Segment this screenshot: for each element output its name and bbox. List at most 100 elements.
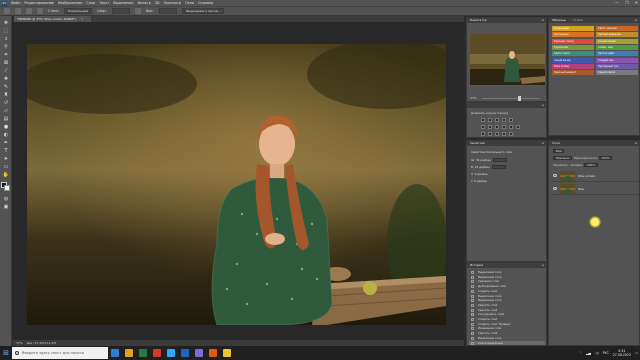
panel-menu-icon[interactable]: ≡ [634, 18, 637, 23]
posterize-icon[interactable] [488, 132, 492, 136]
swatch[interactable]: Красная глина [552, 38, 594, 44]
layer-name[interactable]: Фон копия [578, 174, 595, 178]
color-lookup-icon[interactable] [516, 125, 520, 129]
swatch[interactable]: Старый лак [596, 57, 638, 63]
curves-icon[interactable] [495, 118, 499, 122]
taskbar-app-icon[interactable] [178, 346, 192, 360]
channel-mixer-icon[interactable] [509, 125, 513, 129]
swatch[interactable]: Сладк. мед [596, 44, 638, 50]
panel-menu-icon[interactable]: ≡ [634, 141, 637, 146]
brush-tool-icon[interactable]: ✎ [3, 84, 9, 90]
gradient-map-icon[interactable] [502, 132, 506, 136]
status-zoom[interactable]: 37% [16, 341, 23, 345]
swatch[interactable]: Светл. мята [552, 51, 594, 57]
invert-icon[interactable] [481, 132, 485, 136]
document-photo[interactable] [27, 44, 446, 325]
history-title[interactable]: История [470, 263, 483, 267]
close-tab-icon[interactable]: × [81, 17, 84, 21]
properties-title[interactable]: Свойства [470, 141, 485, 145]
marquee-tool-preset-icon[interactable] [15, 8, 21, 14]
language-indicator[interactable]: РУС [603, 351, 609, 355]
menu-filter[interactable]: Фильтр [137, 1, 150, 5]
clone-stamp-tool-icon[interactable]: ♜ [3, 92, 9, 98]
color-balance-icon[interactable] [488, 125, 492, 129]
menu-window[interactable]: Окно [185, 1, 194, 5]
visibility-eye-icon[interactable] [553, 174, 557, 177]
properties-x[interactable]: X: 0 дюймы [471, 172, 488, 176]
menu-edit[interactable]: Редактирование [24, 1, 54, 5]
tab-swatches[interactable]: Образцы [552, 18, 566, 23]
marquee-tool-icon[interactable]: ⬚ [3, 28, 9, 34]
start-button[interactable]: ⊞ [0, 346, 12, 360]
clock[interactable]: 0:41 27.08.2023 [613, 349, 631, 357]
style-select[interactable]: Нормальный [64, 8, 93, 14]
height-field[interactable] [159, 8, 178, 14]
opacity-field[interactable]: 100% [598, 156, 613, 160]
width-field[interactable] [111, 8, 130, 14]
blur-tool-icon[interactable]: ● [3, 124, 9, 130]
panel-menu-icon[interactable]: ≡ [541, 263, 544, 268]
swatch[interactable]: Синий вечер [552, 57, 594, 63]
width-value-field[interactable] [492, 158, 507, 162]
background-color-swatch[interactable] [4, 185, 10, 191]
swatch[interactable]: Серый пепел [596, 70, 638, 76]
threshold-icon[interactable] [495, 132, 499, 136]
move-tool-icon[interactable]: ✥ [3, 20, 9, 26]
menu-image[interactable]: Изображение [58, 1, 82, 5]
menu-file[interactable]: Файл [11, 1, 20, 5]
quick-select-tool-icon[interactable]: ⚲ [3, 44, 9, 50]
layer-name[interactable]: Фон [578, 187, 584, 191]
menu-3d[interactable]: 3D [155, 1, 160, 5]
layers-title[interactable]: Слои [552, 141, 560, 145]
navigator-zoom-slider[interactable] [482, 96, 540, 101]
new-selection-icon[interactable] [26, 8, 32, 14]
add-selection-icon[interactable] [37, 8, 43, 14]
taskbar-app-icon[interactable] [164, 346, 178, 360]
swatch[interactable]: Сочная трава [596, 38, 638, 44]
crop-tool-icon[interactable]: ⌗ [3, 52, 9, 58]
vibrance-icon[interactable] [509, 118, 513, 122]
notifications-icon[interactable]: ▭ [635, 351, 638, 355]
levels-icon[interactable] [488, 118, 492, 122]
taskbar-app-icon[interactable] [136, 346, 150, 360]
taskbar-app-icon[interactable] [122, 346, 136, 360]
bw-icon[interactable] [495, 125, 499, 129]
swatch[interactable]: Горчичная [552, 44, 594, 50]
tab-styles[interactable]: Стили [573, 18, 583, 23]
swatch[interactable]: Светл. ватная [596, 26, 638, 31]
taskbar-app-icon[interactable] [206, 346, 220, 360]
frame-tool-icon[interactable]: ⊠ [3, 60, 9, 66]
dodge-tool-icon[interactable]: ◐ [3, 132, 9, 138]
layer-row[interactable]: Фон копия [551, 170, 639, 182]
eyedropper-tool-icon[interactable]: ⁄ [3, 68, 9, 74]
eraser-tool-icon[interactable]: ▱ [3, 108, 9, 114]
blend-mode-select[interactable]: Обычные [553, 156, 573, 160]
menu-help[interactable]: Справка [198, 1, 213, 5]
taskbar-app-icon[interactable] [220, 346, 234, 360]
menu-text[interactable]: Текст [99, 1, 109, 5]
home-icon[interactable] [4, 8, 10, 14]
photo-filter-icon[interactable] [502, 125, 506, 129]
panel-menu-icon[interactable]: ≡ [541, 18, 544, 23]
healing-brush-tool-icon[interactable]: ✚ [3, 76, 9, 82]
swap-icon[interactable] [134, 8, 141, 14]
type-tool-icon[interactable]: T [3, 148, 9, 154]
height-value-field[interactable] [491, 165, 506, 169]
menu-view[interactable]: Просмотр [164, 1, 181, 5]
lasso-tool-icon[interactable]: ↄ [3, 36, 9, 42]
layer-kind-select[interactable]: Вид [553, 149, 565, 153]
navigator-title[interactable]: Навигатор [470, 18, 487, 22]
history-brush-tool-icon[interactable]: ↺ [3, 100, 9, 106]
select-and-mask-button[interactable]: Выделение и маска... [182, 8, 225, 14]
history-item[interactable]: Снять выделение [469, 340, 545, 346]
swatch[interactable]: Чистое небо [596, 51, 638, 57]
swatch[interactable]: Роза холмы [552, 63, 594, 69]
properties-y[interactable]: Y: 0 дюймы [471, 179, 487, 183]
gradient-tool-icon[interactable]: ▤ [3, 116, 9, 122]
network-icon[interactable]: ▂▄ [586, 351, 591, 355]
layer-row[interactable]: Фон [551, 183, 639, 195]
taskbar-app-icon[interactable] [108, 346, 122, 360]
pen-tool-icon[interactable]: ✒ [3, 140, 9, 146]
fill-field[interactable]: 100% [584, 163, 598, 167]
taskbar-app-icon[interactable] [150, 346, 164, 360]
